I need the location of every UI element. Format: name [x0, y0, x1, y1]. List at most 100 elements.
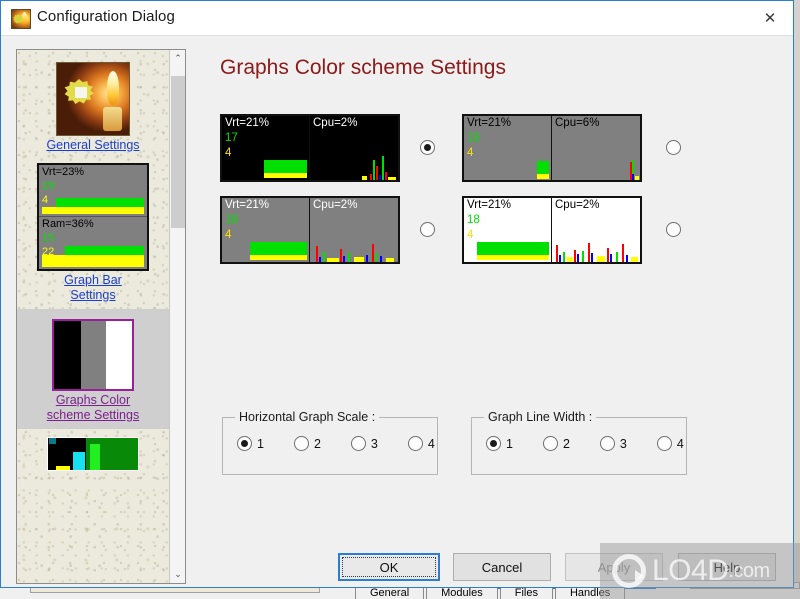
line-width-option-4[interactable]: 4 [656, 436, 684, 451]
line-width-radio-2[interactable] [542, 436, 558, 451]
scale-label-3: 3 [370, 436, 378, 451]
cpu-spike [631, 257, 638, 262]
close-icon[interactable]: ✕ [747, 1, 793, 35]
color-scheme-radio-2[interactable] [666, 140, 681, 155]
cpu-spike [556, 245, 558, 262]
line-width-label-2: 2 [562, 436, 570, 451]
configuration-dialog: Configuration Dialog ✕ General Settings … [0, 0, 794, 588]
thumb-panel-value2: 4 [42, 194, 49, 206]
ok-button[interactable]: OK [338, 553, 440, 581]
gear-shape [64, 79, 94, 104]
color-scheme-radio-1[interactable] [420, 140, 435, 155]
line-width-label-1: 1 [506, 436, 513, 451]
cpu-spike [559, 255, 561, 262]
sidebar-item-label-line1: Graph Bar [64, 273, 122, 287]
cancel-button-label: Cancel [481, 559, 523, 575]
preview-pane-vrt: Vrt=21% 18 4 [464, 198, 552, 262]
flame-shape [107, 71, 119, 105]
scale-option-3[interactable]: 3 [350, 436, 378, 451]
sidebar-item-graphs-color-scheme-settings[interactable]: Graphs Color scheme Settings [17, 309, 169, 429]
scheme-preview-gray-light[interactable]: Vrt=21% 18 4 Cpu=2% [220, 196, 400, 264]
line-width-radio-4[interactable] [656, 436, 672, 451]
thumb-panel-value1: 19 [42, 180, 55, 192]
scale-radio-2[interactable] [293, 436, 309, 451]
cpu-spike [582, 251, 584, 262]
horizontal-graph-scale-group: Horizontal Graph Scale : 1 2 3 4 [222, 410, 438, 475]
graph-line-width-group: Graph Line Width : 1 2 3 4 [471, 410, 687, 475]
line-width-option-1[interactable]: 1 [486, 436, 513, 451]
cpu-spike [386, 258, 394, 262]
scale-option-4[interactable]: 4 [407, 436, 435, 451]
preview-vrt-value1: 18 [467, 214, 480, 226]
cpu-spike [380, 256, 382, 262]
cpu-spike [340, 249, 342, 262]
chart-yellow-bar [56, 466, 70, 470]
color-scheme-option-2[interactable]: Vrt=21% 18 4 Cpu=6% [462, 114, 687, 184]
cpu-spike [354, 257, 364, 262]
swatch-gray [80, 321, 107, 389]
sidebar-scrollbar[interactable]: ⌃ ⌄ [169, 50, 185, 583]
thumb-panel-vrt: Vrt=23% 19 4 [39, 165, 147, 217]
preview-cpu-title: Cpu=2% [313, 117, 358, 129]
preview-yellow-bar [264, 173, 307, 178]
scrollbar-thumb[interactable] [171, 76, 185, 228]
color-scheme-option-1[interactable]: Vrt=21% 17 4 Cpu=2% [220, 114, 440, 184]
scheme-preview-black[interactable]: Vrt=21% 17 4 Cpu=2% [220, 114, 400, 182]
sidebar-item-next[interactable] [17, 429, 169, 477]
cpu-spike [622, 244, 624, 262]
preview-pane-cpu: Cpu=2% [552, 198, 640, 262]
scheme-preview-gray-dark[interactable]: Vrt=21% 18 4 Cpu=6% [462, 114, 642, 182]
cpu-spike [563, 252, 565, 262]
preview-pane-vrt: Vrt=21% 18 4 [222, 198, 310, 262]
preview-pane-cpu: Cpu=2% [310, 198, 398, 262]
scale-option-1[interactable]: 1 [237, 436, 264, 451]
scale-option-2[interactable]: 2 [293, 436, 321, 451]
preview-vrt-value1: 18 [225, 214, 238, 226]
line-width-option-2[interactable]: 2 [542, 436, 570, 451]
color-scheme-option-3[interactable]: Vrt=21% 18 4 Cpu=2% [220, 196, 440, 266]
scheme-preview-white[interactable]: Vrt=21% 18 4 Cpu=2% [462, 196, 642, 264]
preview-green-bar [250, 242, 307, 255]
help-button[interactable]: Help [678, 553, 776, 581]
candle-body-shape [103, 107, 122, 131]
preview-vrt-value1: 17 [225, 132, 238, 144]
sidebar-item-label: General Settings [46, 138, 140, 152]
sidebar-item-label-line1: Graphs Color [55, 393, 131, 407]
preview-pane-cpu: Cpu=2% [310, 116, 398, 180]
scale-radio-3[interactable] [350, 436, 366, 451]
color-scheme-radio-4[interactable] [666, 222, 681, 237]
preview-yellow-bar [537, 174, 549, 179]
cpu-spike [370, 174, 372, 180]
sidebar-item-general-settings[interactable]: General Settings [17, 50, 169, 159]
chart-cyan-bar [73, 452, 85, 470]
cpu-spike [567, 257, 573, 262]
cancel-button[interactable]: Cancel [453, 553, 551, 581]
cpu-spike [323, 252, 325, 262]
scroll-down-icon[interactable]: ⌄ [170, 566, 185, 583]
color-scheme-option-4[interactable]: Vrt=21% 18 4 Cpu=2% [462, 196, 687, 266]
apply-button: Apply [565, 553, 663, 581]
preview-green-bar [537, 161, 549, 174]
preview-green-bar [477, 242, 549, 255]
color-scheme-radio-3[interactable] [420, 222, 435, 237]
scale-radio-1[interactable] [237, 436, 252, 451]
scale-radio-4[interactable] [407, 436, 423, 451]
line-width-radio-row: 1 2 3 4 [486, 436, 684, 451]
cpu-spike [362, 176, 367, 180]
preview-vrt-title: Vrt=21% [467, 117, 512, 129]
line-width-radio-1[interactable] [486, 436, 501, 451]
line-width-radio-3[interactable] [599, 436, 615, 451]
window-title: Configuration Dialog [37, 8, 175, 25]
focus-rectangle [342, 557, 436, 577]
cpu-spike [372, 244, 374, 262]
group-title: Horizontal Graph Scale : [235, 410, 380, 424]
scroll-up-icon[interactable]: ⌃ [170, 50, 185, 67]
preview-cpu-title: Cpu=2% [313, 199, 358, 211]
sidebar-item-graph-bar-settings[interactable]: Vrt=23% 19 4 Ram=36% 15 22 Graph Bar Set… [17, 159, 169, 309]
title-bar: Configuration Dialog ✕ [1, 1, 793, 36]
page-title: Graphs Color scheme Settings [220, 56, 506, 79]
line-width-option-3[interactable]: 3 [599, 436, 627, 451]
preview-cpu-title: Cpu=2% [555, 199, 600, 211]
cpu-spike [577, 254, 579, 262]
help-button-label: Help [713, 559, 741, 575]
